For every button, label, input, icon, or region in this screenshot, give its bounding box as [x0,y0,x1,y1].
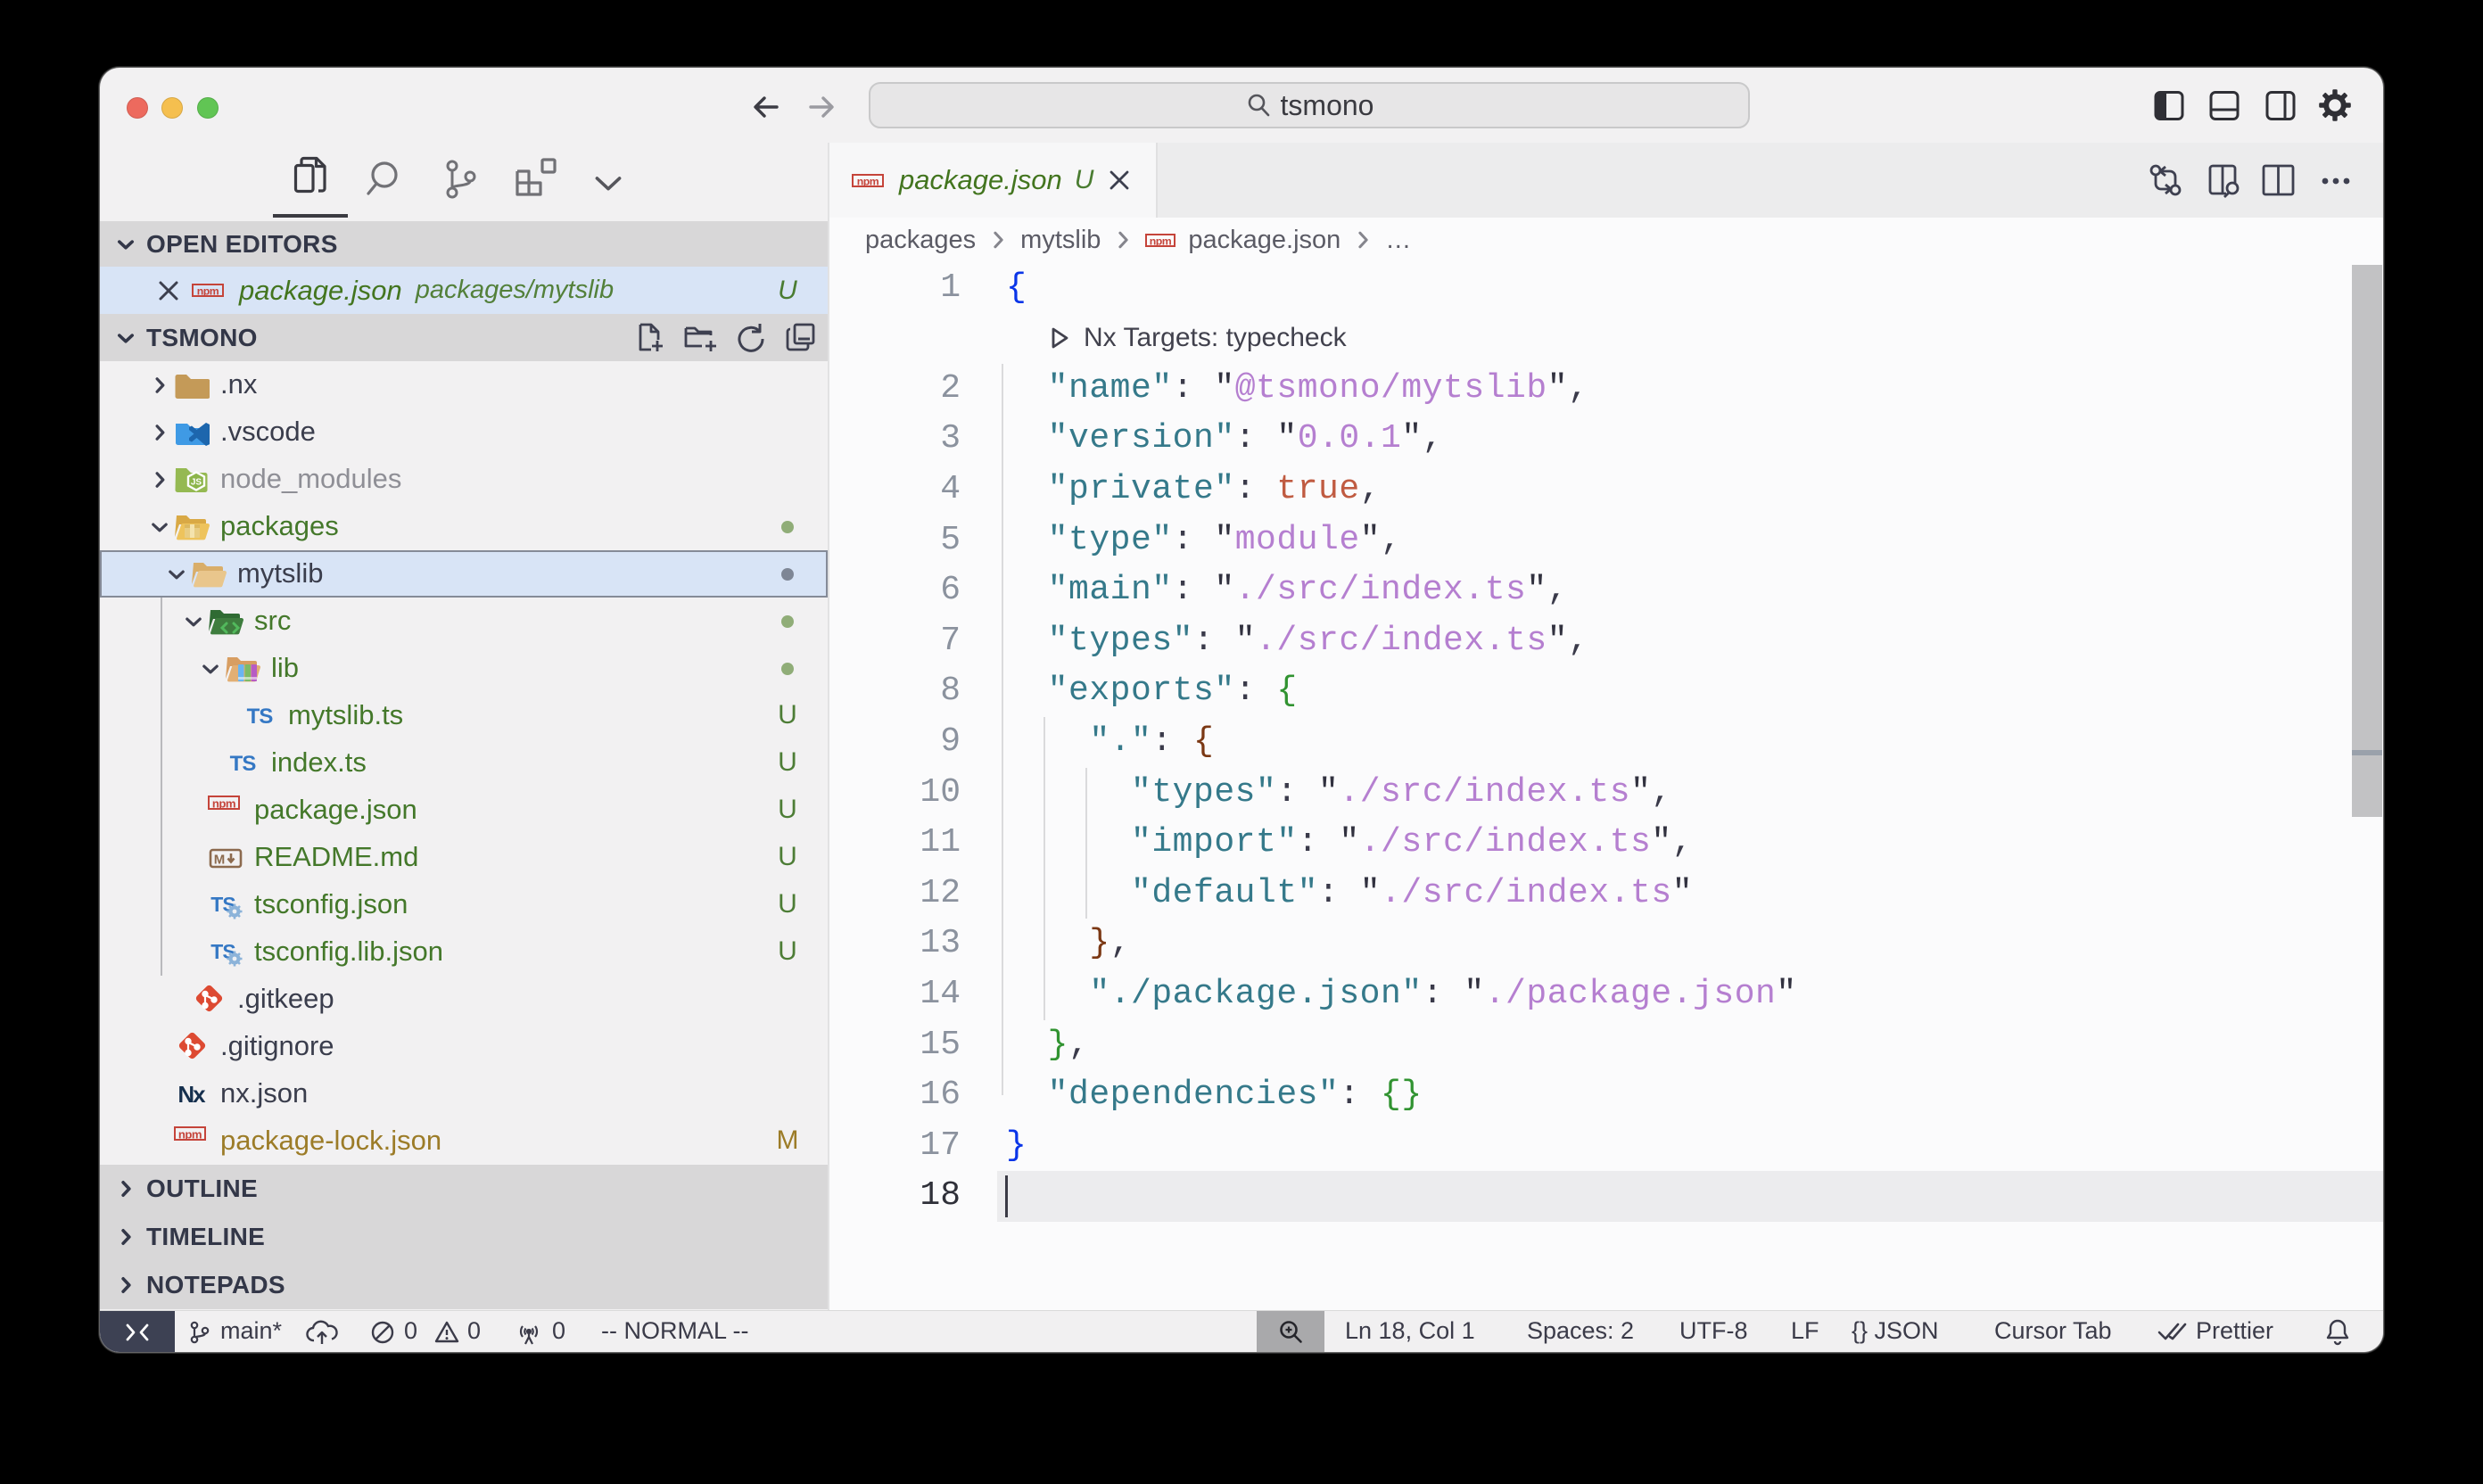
svg-text:npm: npm [197,284,219,297]
svg-text:TS: TS [230,752,257,776]
svg-text:npm: npm [212,796,235,810]
svg-text:TS: TS [247,705,274,729]
svg-text:Nx: Nx [177,1081,206,1108]
svg-text:M: M [214,853,226,868]
svg-text:npm: npm [178,1127,202,1141]
svg-text:JS: JS [191,478,202,488]
